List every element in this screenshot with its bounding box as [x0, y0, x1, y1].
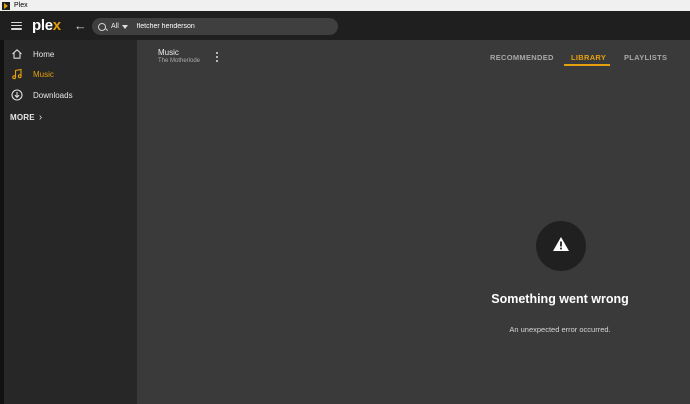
home-icon	[10, 48, 23, 61]
chevron-right-icon: ›	[38, 112, 43, 123]
search-scope-label[interactable]: All	[111, 23, 119, 30]
logo-text: ple	[32, 17, 53, 34]
menu-icon[interactable]	[11, 21, 22, 30]
error-message: An unexpected error occurred.	[509, 325, 611, 334]
tab-library[interactable]: LIBRARY	[571, 53, 606, 62]
sidebar-item-label: Music	[33, 69, 54, 79]
window-title: Plex	[14, 2, 28, 9]
error-icon-container	[536, 221, 586, 271]
music-note-icon	[10, 68, 23, 81]
sidebar-item-label: Home	[33, 49, 55, 59]
back-arrow-icon[interactable]: ←	[74, 19, 87, 32]
more-button[interactable]: MORE ›	[10, 112, 42, 123]
search-input[interactable]	[136, 23, 317, 30]
top-bar: plex ← All	[0, 11, 690, 40]
tab-recommended[interactable]: RECOMMENDED	[490, 53, 554, 62]
plex-logo[interactable]: plex	[32, 17, 61, 34]
active-tab-indicator	[564, 64, 610, 66]
window-titlebar: Plex	[0, 0, 690, 11]
logo-accent: x	[52, 17, 61, 34]
tab-playlists[interactable]: PLAYLISTS	[624, 53, 667, 62]
main-content: Music The Motherlode RECOMMENDED LIBRARY…	[137, 40, 690, 404]
search-icon	[98, 22, 106, 31]
error-title: Something went wrong	[491, 292, 629, 306]
search-bar[interactable]: All	[92, 18, 338, 35]
sidebar-nav: Home Music Downloads MORE ›	[4, 40, 137, 404]
download-icon	[10, 89, 23, 102]
warning-icon	[552, 236, 570, 257]
more-label: MORE	[10, 113, 35, 122]
sidebar-item-label: Downloads	[33, 90, 73, 100]
sidebar-item-home[interactable]: Home	[4, 44, 137, 64]
sidebar-item-downloads[interactable]: Downloads	[4, 85, 137, 105]
sidebar-item-music[interactable]: Music	[4, 64, 137, 84]
chevron-down-icon[interactable]	[121, 24, 128, 29]
plex-app-icon	[2, 1, 10, 10]
